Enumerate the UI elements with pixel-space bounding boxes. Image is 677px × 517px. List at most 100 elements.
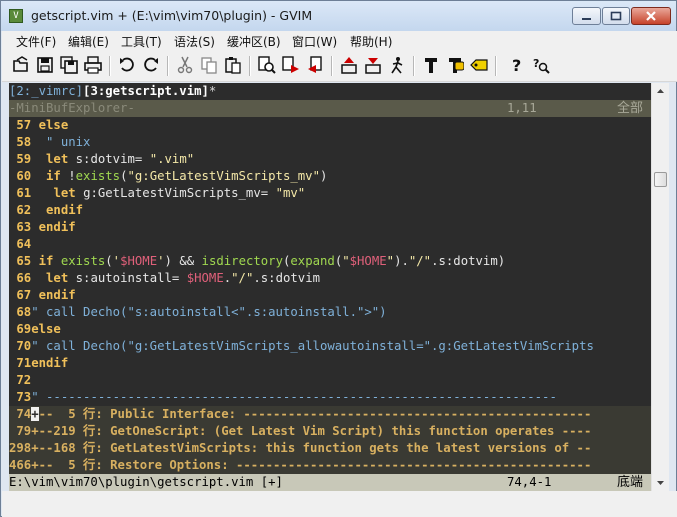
fold-line[interactable]: 79+--219 行: GetOneScript: (Get Latest Vi… — [9, 423, 651, 440]
toolbar-separator — [249, 56, 251, 76]
cut-button[interactable] — [175, 55, 195, 75]
load-session-button[interactable] — [339, 55, 359, 75]
fold-line[interactable]: 74+-- 5 行: Public Interface: -----------… — [9, 406, 651, 423]
line-number: 73 — [9, 390, 32, 404]
close-icon — [646, 11, 656, 21]
code-line[interactable]: 58 " unix — [9, 134, 651, 151]
code-line[interactable]: 71endif — [9, 355, 651, 372]
code-line[interactable]: 70" call Decho("g:GetLatestVimScripts_al… — [9, 338, 651, 355]
make-button[interactable] — [421, 55, 441, 75]
window-title: getscript.vim + (E:\vim\vim70\plugin) - … — [31, 8, 313, 23]
tag-jump-button[interactable] — [469, 55, 489, 75]
editor-area[interactable]: [2:_vimrc][3:getscript.vim]* -MiniBufExp… — [9, 83, 651, 491]
line-text: else — [31, 322, 61, 336]
line-number: 67 — [9, 288, 32, 302]
toolbar-separator — [495, 56, 497, 76]
find-next-button[interactable] — [281, 55, 301, 75]
line-text: if exists('$HOME') && isdirectory(expand… — [38, 254, 506, 268]
code-line[interactable]: 73" ------------------------------------… — [9, 389, 651, 406]
line-text: " unix — [31, 135, 91, 149]
save-icon — [37, 57, 53, 73]
undo-button[interactable] — [117, 55, 137, 75]
scroll-down-arrow[interactable] — [652, 474, 669, 491]
find-replace-button[interactable] — [257, 55, 277, 75]
code-line[interactable]: 65 if exists('$HOME') && isdirectory(exp… — [9, 253, 651, 270]
minimize-icon — [582, 18, 591, 20]
print-button[interactable] — [83, 55, 103, 75]
code-line[interactable]: 62 endif — [9, 202, 651, 219]
code-line[interactable]: 68" call Decho("s:autoinstall<".s:autoin… — [9, 304, 651, 321]
status-line: E:\vim\vim70\plugin\getscript.vim [+] 74,… — [9, 474, 651, 491]
vertical-scrollbar[interactable] — [651, 83, 669, 491]
save-session-button[interactable] — [363, 55, 383, 75]
load-session-icon — [341, 57, 357, 74]
buffer-tab-getscript[interactable]: [3:getscript.vim] — [83, 84, 209, 98]
line-text: else — [38, 118, 69, 132]
line-number: 68 — [9, 305, 32, 319]
paste-button[interactable] — [223, 55, 243, 75]
line-number: 57 — [9, 118, 32, 132]
code-line[interactable]: 64 — [9, 236, 651, 253]
toolbar: ? ? — [2, 51, 677, 82]
buffer-tab-vimrc[interactable]: [2:_vimrc] — [9, 84, 83, 98]
fold-line[interactable]: 298+--168 行: GetLatestVimScripts: this f… — [9, 440, 651, 457]
menu-edit[interactable]: 编辑(E) — [68, 33, 109, 50]
line-number: 69 — [9, 322, 32, 336]
run-shell-button[interactable] — [445, 55, 465, 75]
code-line[interactable]: 61 let g:GetLatestVimScripts_mv= "mv" — [9, 185, 651, 202]
find-help-button[interactable]: ? — [531, 55, 551, 75]
fold-text: +--219 行: GetOneScript: (Get Latest Vim … — [31, 424, 592, 438]
line-text: " call Decho("g:GetLatestVimScripts_allo… — [31, 339, 594, 353]
toolbar-separator — [331, 56, 333, 76]
save-all-icon — [60, 56, 78, 74]
open-icon — [13, 56, 28, 72]
find-replace-icon — [258, 56, 276, 74]
code-line[interactable]: 60 if !exists("g:GetLatestVimScripts_mv"… — [9, 168, 651, 185]
fold-text: +--168 行: GetLatestVimScripts: this func… — [31, 441, 592, 455]
fold-text: +-- 5 行: Restore Options: --------------… — [31, 458, 592, 472]
title-bar[interactable]: V getscript.vim + (E:\vim\vim70\plugin) … — [1, 1, 676, 31]
save-button[interactable] — [35, 55, 55, 75]
copy-button[interactable] — [199, 55, 219, 75]
fold-line[interactable]: 466+-- 5 行: Restore Options: -----------… — [9, 457, 651, 474]
run-script-button[interactable] — [387, 55, 407, 75]
menu-tools[interactable]: 工具(T) — [121, 33, 162, 50]
minibuf-position: 1,11 — [507, 101, 537, 115]
close-button[interactable] — [631, 7, 671, 25]
save-session-icon — [365, 58, 381, 74]
line-number: 71 — [9, 356, 32, 370]
save-all-button[interactable] — [59, 55, 79, 75]
code-line[interactable]: 69else — [9, 321, 651, 338]
line-number: 63 — [9, 220, 32, 234]
code-line[interactable]: 72 — [9, 372, 651, 389]
maximize-button[interactable] — [602, 7, 630, 25]
scrollbar-thumb[interactable] — [654, 172, 667, 187]
find-prev-button[interactable] — [305, 55, 325, 75]
line-text: let s:dotvim= ".vim" — [46, 152, 195, 166]
modified-marker: * — [208, 84, 217, 98]
window-bottom — [2, 491, 677, 517]
menu-file[interactable]: 文件(F) — [16, 33, 56, 50]
menu-syntax[interactable]: 语法(S) — [174, 33, 215, 50]
code-line[interactable]: 66 let s:autoinstall= $HOME."/".s:dotvim — [9, 270, 651, 287]
minibuf-percent: 全部 — [617, 101, 644, 116]
open-button[interactable] — [11, 55, 31, 75]
gvim-window: V getscript.vim + (E:\vim\vim70\plugin) … — [0, 0, 677, 517]
menu-buffers[interactable]: 缓冲区(B) — [227, 33, 281, 50]
code-line[interactable]: 57 else — [9, 117, 651, 134]
line-number: 70 — [9, 339, 32, 353]
code-line[interactable]: 63 endif — [9, 219, 651, 236]
code-line[interactable]: 67 endif — [9, 287, 651, 304]
minibuf-label: -MiniBufExplorer- — [9, 101, 135, 115]
minibuf-tabs: [2:_vimrc][3:getscript.vim]* — [9, 83, 651, 100]
help-button[interactable]: ? — [507, 55, 527, 75]
menu-help[interactable]: 帮助(H) — [350, 33, 392, 50]
vim-icon[interactable]: V — [9, 9, 23, 23]
menu-window[interactable]: 窗口(W) — [292, 33, 337, 50]
minimize-button[interactable] — [572, 7, 601, 25]
line-text: let s:autoinstall= $HOME."/".s:dotvim — [46, 271, 321, 285]
scroll-up-arrow[interactable] — [652, 83, 669, 100]
redo-button[interactable] — [141, 55, 161, 75]
code-line[interactable]: 59 let s:dotvim= ".vim" — [9, 151, 651, 168]
line-text: endif — [38, 220, 76, 234]
